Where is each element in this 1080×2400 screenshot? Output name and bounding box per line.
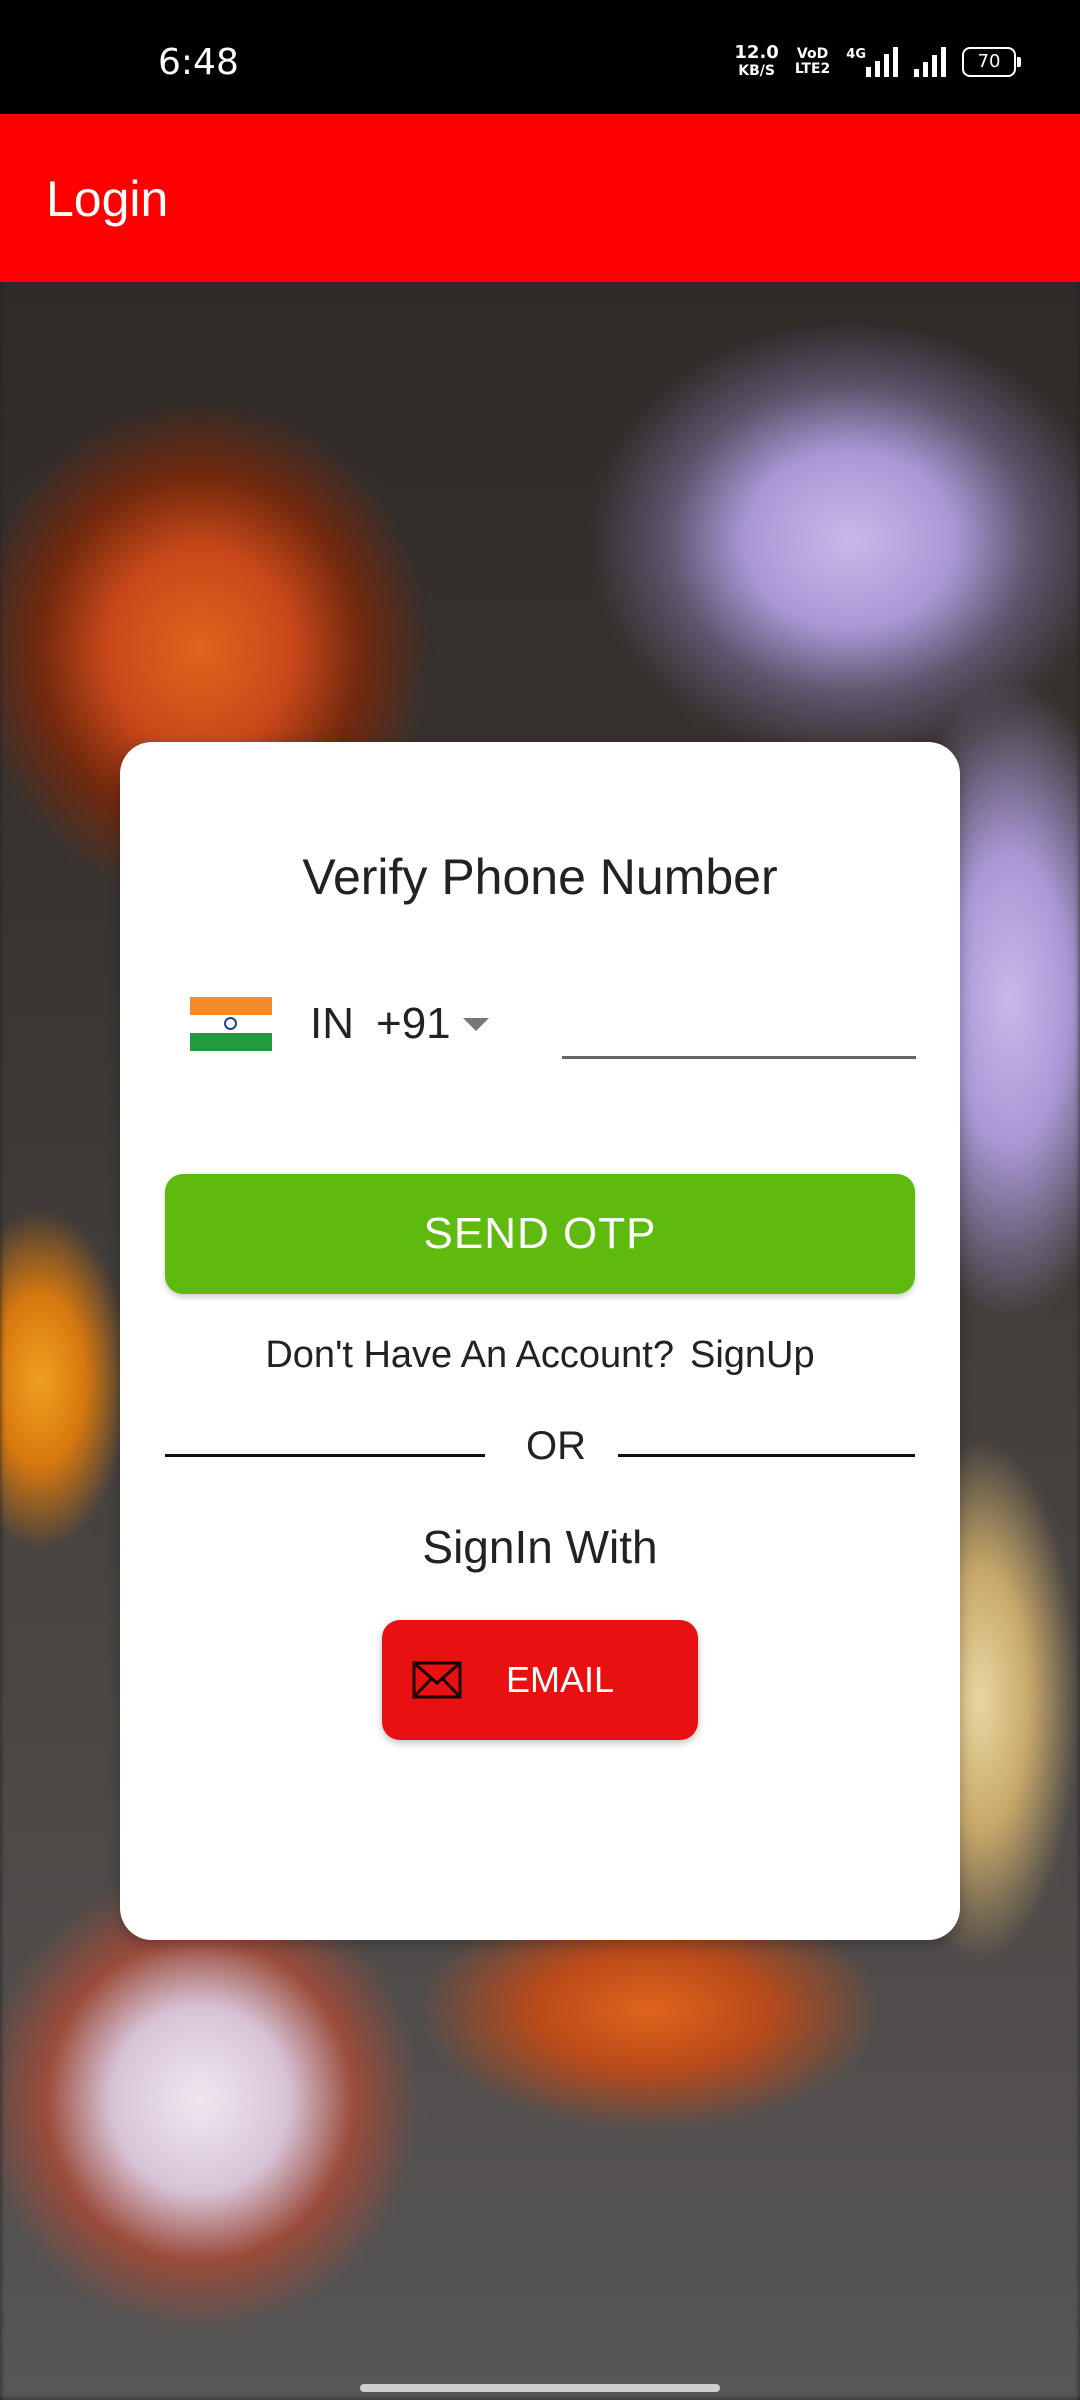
volte-icon: VoD LTE2: [795, 47, 830, 77]
dropdown-arrow-icon: [462, 1017, 489, 1031]
email-button-label: EMAIL: [506, 1659, 615, 1700]
login-screen: 6:48 12.0 KB/S VoD LTE2 4G 70 Login Veri…: [0, 0, 1080, 2400]
send-otp-button[interactable]: SEND OTP: [165, 1174, 915, 1294]
volte-top-text: VoD: [796, 46, 829, 62]
status-bar: 6:48 12.0 KB/S VoD LTE2 4G 70: [0, 0, 1080, 114]
network-type-label: 4G: [846, 47, 866, 62]
signal-4g-icon: 4G: [846, 47, 898, 77]
home-indicator[interactable]: [360, 2384, 720, 2392]
status-icons: 12.0 KB/S VoD LTE2 4G 70: [734, 44, 1021, 80]
volte-bottom-text: LTE2: [794, 61, 831, 77]
status-time: 6:48: [158, 42, 239, 83]
divider-right: [618, 1454, 915, 1457]
network-speed: 12.0 KB/S: [734, 44, 778, 80]
signup-prompt: Don't Have An Account?: [265, 1334, 674, 1376]
india-flag-icon: [190, 997, 272, 1051]
page-title: Login: [46, 171, 169, 227]
signup-link[interactable]: SignUp: [690, 1334, 815, 1376]
signin-with-label: SignIn With: [422, 1521, 658, 1573]
email-signin-button[interactable]: EMAIL: [382, 1620, 698, 1740]
phone-number-input[interactable]: [562, 990, 916, 1059]
signup-row: Don't Have An Account? SignUp: [120, 1334, 960, 1377]
dial-code: +91: [376, 999, 451, 1048]
envelope-icon: [412, 1661, 462, 1699]
card-title: Verify Phone Number: [302, 849, 778, 905]
network-speed-value: 12.0: [734, 42, 779, 63]
or-separator: OR: [526, 1424, 586, 1468]
signal-icon: [914, 47, 946, 77]
network-speed-unit: KB/S: [738, 63, 775, 79]
country-code-picker[interactable]: IN +91: [190, 988, 540, 1060]
battery-icon: 70: [962, 47, 1021, 77]
verify-phone-card: Verify Phone Number IN +91 SEND OTP Don'…: [120, 742, 960, 1940]
app-bar: Login: [0, 114, 1080, 282]
country-code: IN: [310, 999, 354, 1048]
